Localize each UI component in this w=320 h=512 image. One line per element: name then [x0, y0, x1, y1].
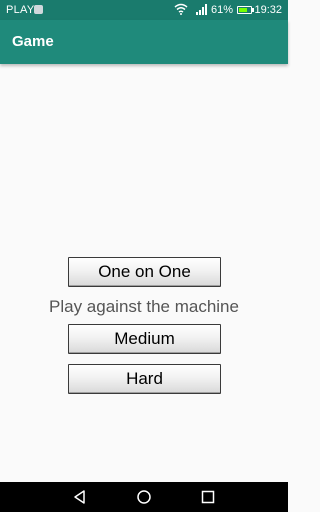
medium-button[interactable]: Medium: [68, 324, 221, 354]
sim-icon: [34, 5, 43, 14]
battery-icon: [237, 6, 254, 14]
play-against-machine-label: Play against the machine: [49, 297, 239, 316]
carrier-label: PLAY: [6, 4, 35, 16]
navigation-bar: [0, 482, 288, 512]
hard-button[interactable]: Hard: [68, 364, 221, 394]
status-bar: PLAY 61% 19:32: [0, 0, 288, 20]
one-on-one-button[interactable]: One on One: [68, 257, 221, 287]
app-title: Game: [12, 33, 54, 50]
home-icon[interactable]: [136, 489, 152, 505]
signal-icon: [196, 4, 207, 15]
wifi-icon: [174, 3, 188, 15]
battery-percent: 61%: [211, 4, 234, 16]
back-icon[interactable]: [72, 489, 88, 505]
clock: 19:32: [254, 4, 282, 16]
app-bar: Game: [0, 20, 288, 64]
recents-icon[interactable]: [200, 489, 216, 505]
